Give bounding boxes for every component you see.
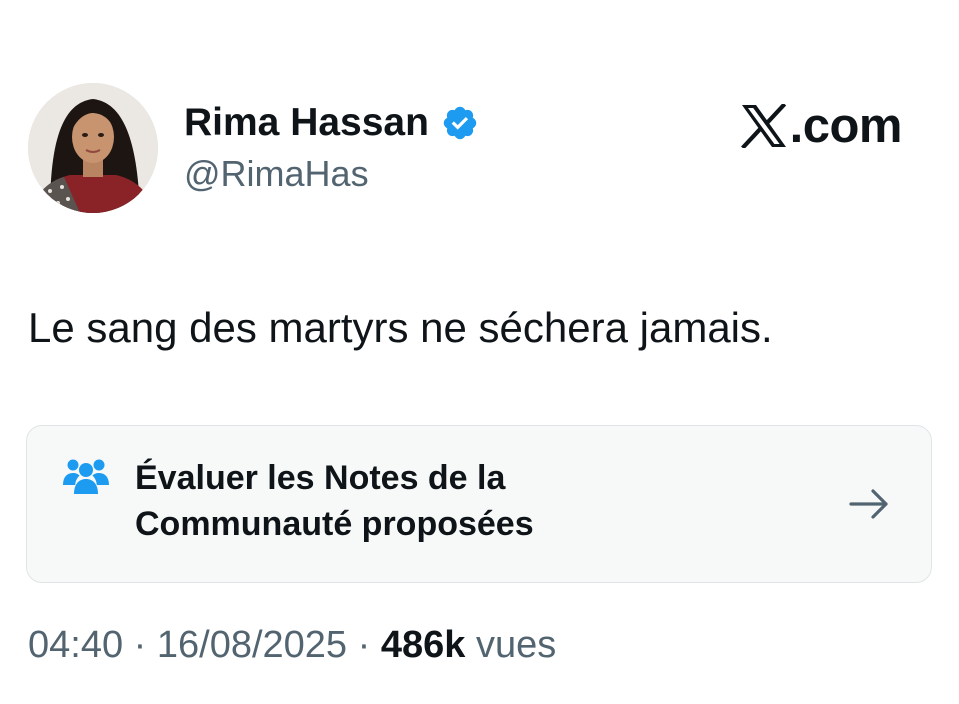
avatar[interactable]	[28, 83, 158, 213]
tweet-text: Le sang des martyrs ne séchera jamais.	[28, 304, 773, 351]
tweet-date[interactable]: 16/08/2025	[157, 624, 347, 666]
x-logo-icon	[740, 104, 786, 148]
tweet-meta: 04:40 · 16/08/2025 · 486k vues	[28, 621, 556, 669]
people-icon	[63, 459, 109, 494]
author-name[interactable]: Rima Hassan	[184, 100, 479, 146]
author-handle[interactable]: @RimaHas	[184, 152, 369, 196]
author-name-text: Rima Hassan	[184, 101, 429, 144]
community-notes-label: Évaluer les Notes de la Communauté propo…	[135, 459, 534, 543]
views-count: 486k	[380, 624, 466, 666]
brand-domain: .com	[789, 99, 903, 153]
meta-separator: ·	[133, 624, 147, 666]
arrow-right-icon[interactable]	[847, 486, 891, 522]
tweet-time[interactable]: 04:40	[28, 624, 123, 666]
meta-separator: ·	[357, 624, 371, 666]
profile-photo	[28, 83, 158, 213]
brand-watermark: .com	[740, 98, 903, 154]
views-label: vues	[475, 624, 557, 666]
community-notes-card[interactable]: Évaluer les Notes de la Communauté propo…	[26, 425, 932, 583]
verified-badge-icon	[443, 106, 477, 140]
